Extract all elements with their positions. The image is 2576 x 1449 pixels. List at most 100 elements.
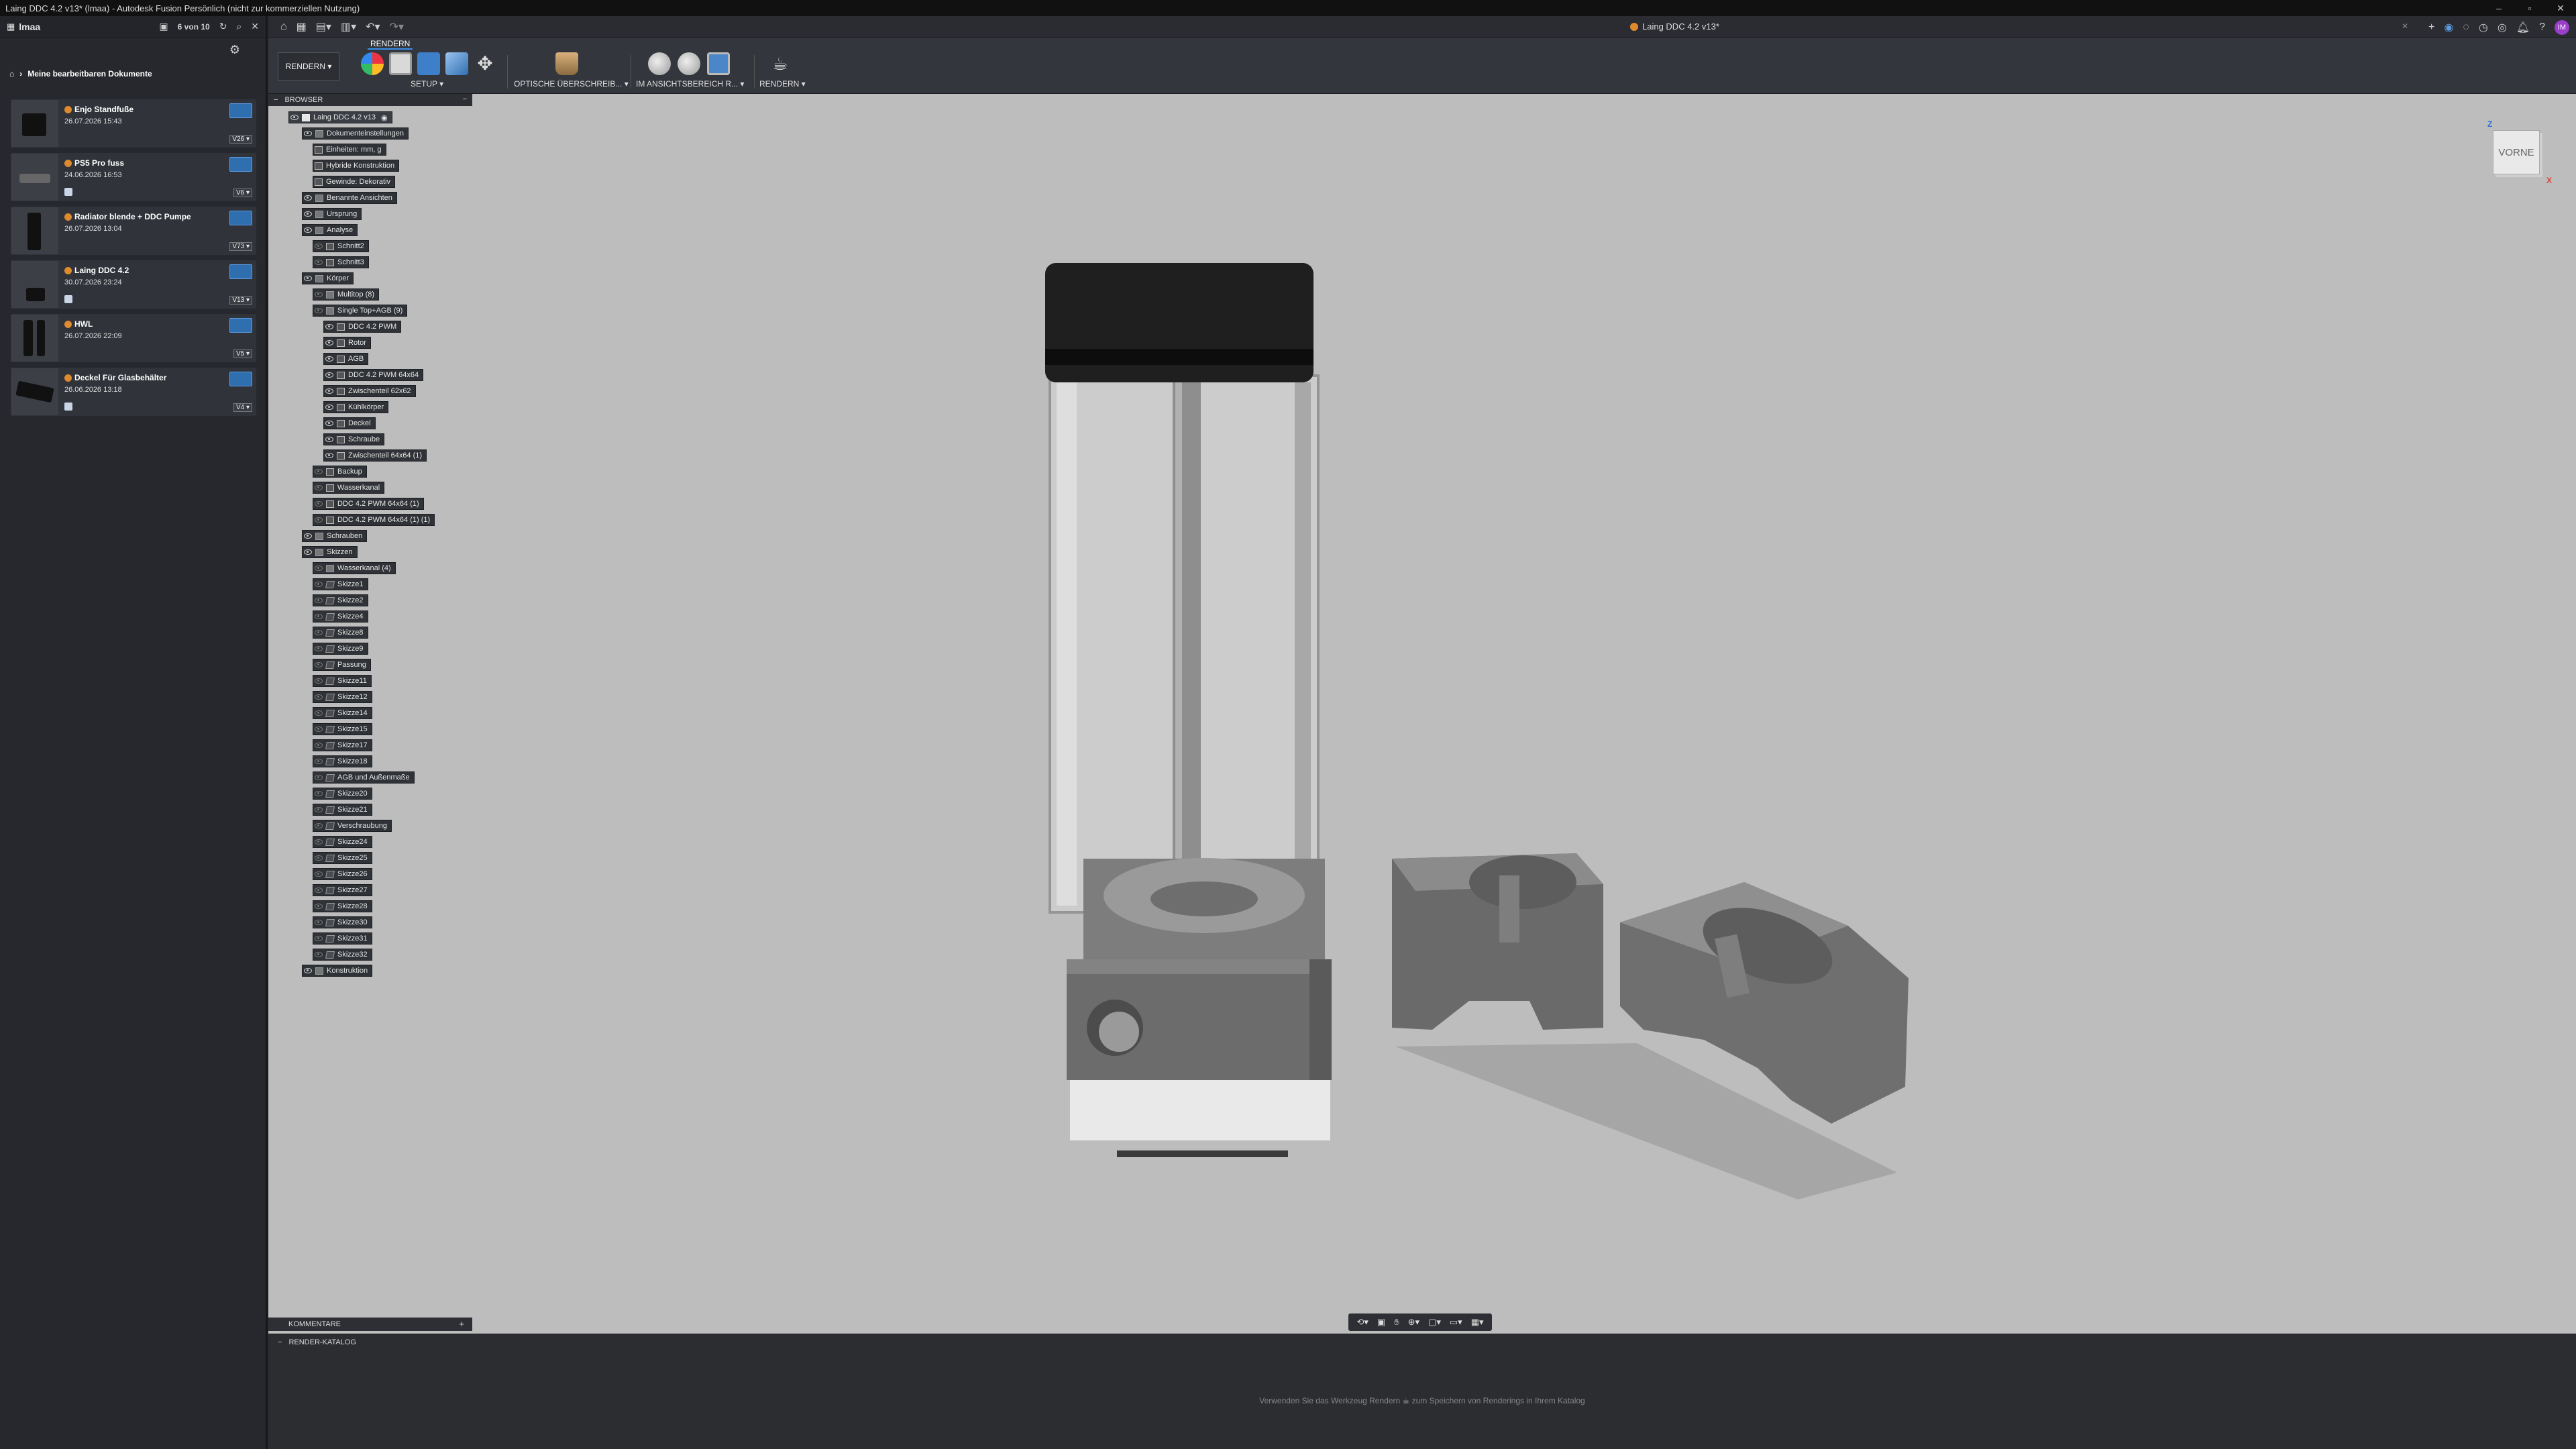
visibility-eye-icon[interactable]: [315, 888, 323, 893]
avatar[interactable]: IM: [2555, 20, 2569, 35]
grid-settings-icon[interactable]: ▦▾: [1471, 1317, 1484, 1328]
search-icon[interactable]: ⌕: [236, 21, 241, 32]
visibility-eye-icon[interactable]: [315, 791, 323, 796]
visibility-eye-icon[interactable]: [315, 855, 323, 861]
visibility-eye-icon[interactable]: [325, 421, 333, 426]
browser-node[interactable]: Kühlkörper: [323, 401, 389, 413]
visibility-eye-icon[interactable]: [315, 308, 323, 313]
browser-node[interactable]: Wasserkanal: [313, 482, 385, 494]
browser-node[interactable]: Skizze9: [313, 643, 368, 655]
browser-node[interactable]: Backup: [313, 466, 367, 478]
document-card[interactable]: Radiator blende + DDC Pumpe 26.07.2026 13…: [11, 207, 256, 255]
visibility-eye-icon[interactable]: [315, 952, 323, 957]
document-tab[interactable]: Laing DDC 4.2 v13*: [1630, 21, 1719, 32]
browser-node[interactable]: Schnitt2: [313, 240, 369, 252]
version-badge[interactable]: V5 ▾: [233, 350, 252, 358]
visibility-eye-icon[interactable]: [304, 533, 312, 539]
chevron-right-icon[interactable]: ▸: [303, 290, 307, 298]
canvas-viewport[interactable]: [268, 94, 2576, 1334]
browser-node[interactable]: Skizze32: [313, 949, 372, 961]
browser-node[interactable]: Dokumenteinstellungen: [302, 127, 409, 140]
visibility-eye-icon[interactable]: [315, 485, 323, 490]
visibility-eye-icon[interactable]: [315, 469, 323, 474]
visibility-eye-icon[interactable]: [315, 807, 323, 812]
browser-node[interactable]: Skizze4: [313, 610, 368, 623]
zoom-icon[interactable]: ⊕▾: [1408, 1317, 1419, 1328]
document-card[interactable]: PS5 Pro fuss 24.06.2026 16:53 V6 ▾: [11, 153, 256, 201]
chevron-down-icon[interactable]: ▾: [292, 548, 296, 555]
override-group-label[interactable]: OPTISCHE ÜBERSCHREIB... ▾: [514, 79, 629, 89]
chevron-right-icon[interactable]: ▸: [292, 210, 296, 217]
offline-icon[interactable]: ◌: [2463, 21, 2469, 34]
chevron-down-icon[interactable]: ▾: [292, 129, 296, 137]
texture-map-icon[interactable]: [555, 52, 578, 75]
document-card[interactable]: Deckel Für Glasbehälter 26.06.2026 13:18 …: [11, 368, 256, 416]
browser-node[interactable]: Skizze1: [313, 578, 368, 590]
version-badge[interactable]: V26 ▾: [229, 135, 252, 144]
viewcube-front-face[interactable]: VORNE: [2493, 130, 2540, 174]
browser-node[interactable]: DDC 4.2 PWM 64x64 (1): [313, 498, 424, 510]
visibility-eye-icon[interactable]: [325, 388, 333, 394]
grid-icon[interactable]: ▦: [7, 21, 15, 32]
workspace-switcher[interactable]: RENDERN ▾: [278, 52, 339, 80]
visibility-eye-icon[interactable]: [315, 630, 323, 635]
visibility-eye-icon[interactable]: [325, 372, 333, 378]
look-at-icon[interactable]: ▣: [1377, 1317, 1385, 1328]
browser-node[interactable]: Benannte Ansichten: [302, 192, 397, 204]
visibility-eye-icon[interactable]: [315, 260, 323, 265]
browser-node[interactable]: Skizze8: [313, 627, 368, 639]
visibility-eye-icon[interactable]: [315, 292, 323, 297]
visibility-eye-icon[interactable]: [325, 405, 333, 410]
render-teapot-icon[interactable]: ☕︎: [769, 52, 792, 75]
decal-icon[interactable]: [445, 52, 468, 75]
browser-node[interactable]: Skizze14: [313, 707, 372, 719]
visibility-eye-icon[interactable]: [325, 437, 333, 442]
document-card[interactable]: Laing DDC 4.2 30.07.2026 23:24 V13 ▾: [11, 260, 256, 309]
chevron-right-icon[interactable]: ▸: [292, 194, 296, 201]
visibility-eye-icon[interactable]: [315, 678, 323, 684]
visibility-eye-icon[interactable]: [315, 501, 323, 506]
home-icon[interactable]: ⌂: [9, 69, 14, 78]
browser-node[interactable]: Multitop (8): [313, 288, 380, 301]
activate-radio-icon[interactable]: ◉: [381, 113, 388, 122]
home-icon[interactable]: ⌂: [280, 21, 287, 33]
fit-icon[interactable]: ▢▾: [1428, 1317, 1441, 1328]
setup-group-label[interactable]: SETUP ▾: [411, 79, 443, 89]
browser-node[interactable]: Skizze24: [313, 836, 372, 848]
scene-icon[interactable]: [417, 52, 440, 75]
browser-node[interactable]: Skizze21: [313, 804, 372, 816]
visibility-eye-icon[interactable]: [315, 871, 323, 877]
browser-node[interactable]: Schnitt3: [313, 256, 369, 268]
orbit-icon[interactable]: ⟲▾: [1357, 1317, 1368, 1328]
browser-node[interactable]: Wasserkanal (4): [313, 562, 396, 574]
add-comment-icon[interactable]: +: [459, 1319, 464, 1329]
visibility-eye-icon[interactable]: [304, 131, 312, 136]
visibility-eye-icon[interactable]: [315, 614, 323, 619]
minimize-button[interactable]: –: [2483, 0, 2514, 16]
visibility-eye-icon[interactable]: [325, 453, 333, 458]
sync-icon[interactable]: ◎: [2498, 21, 2507, 34]
pin-icon[interactable]: −: [463, 95, 467, 103]
visibility-eye-icon[interactable]: [315, 904, 323, 909]
browser-node[interactable]: Analyse: [302, 224, 358, 236]
browser-node[interactable]: Skizze30: [313, 916, 372, 928]
visibility-eye-icon[interactable]: [304, 195, 312, 201]
chevron-right-icon[interactable]: ▸: [303, 564, 307, 572]
save-icon[interactable]: ▥▾: [341, 20, 356, 34]
tab-render[interactable]: RENDERN: [368, 39, 413, 50]
visibility-eye-icon[interactable]: [315, 775, 323, 780]
appearance-icon[interactable]: [389, 52, 412, 75]
visibility-eye-icon[interactable]: [304, 276, 312, 281]
capture-image-icon[interactable]: [707, 52, 730, 75]
undo-icon[interactable]: ↶▾: [366, 20, 380, 34]
viewcube[interactable]: Z VORNE X: [2487, 119, 2552, 188]
close-icon[interactable]: ✕: [251, 21, 259, 32]
browser-node[interactable]: Skizze18: [313, 755, 372, 767]
browser-node[interactable]: Skizze11: [313, 675, 372, 687]
chevron-down-icon[interactable]: ▾: [292, 226, 296, 233]
browser-node[interactable]: Skizzen: [302, 546, 358, 558]
browser-node[interactable]: Laing DDC 4.2 v13 ◉: [288, 111, 392, 123]
visibility-eye-icon[interactable]: [290, 115, 299, 120]
tab-close-icon[interactable]: ✕: [2402, 21, 2408, 31]
visibility-eye-icon[interactable]: [304, 968, 312, 973]
